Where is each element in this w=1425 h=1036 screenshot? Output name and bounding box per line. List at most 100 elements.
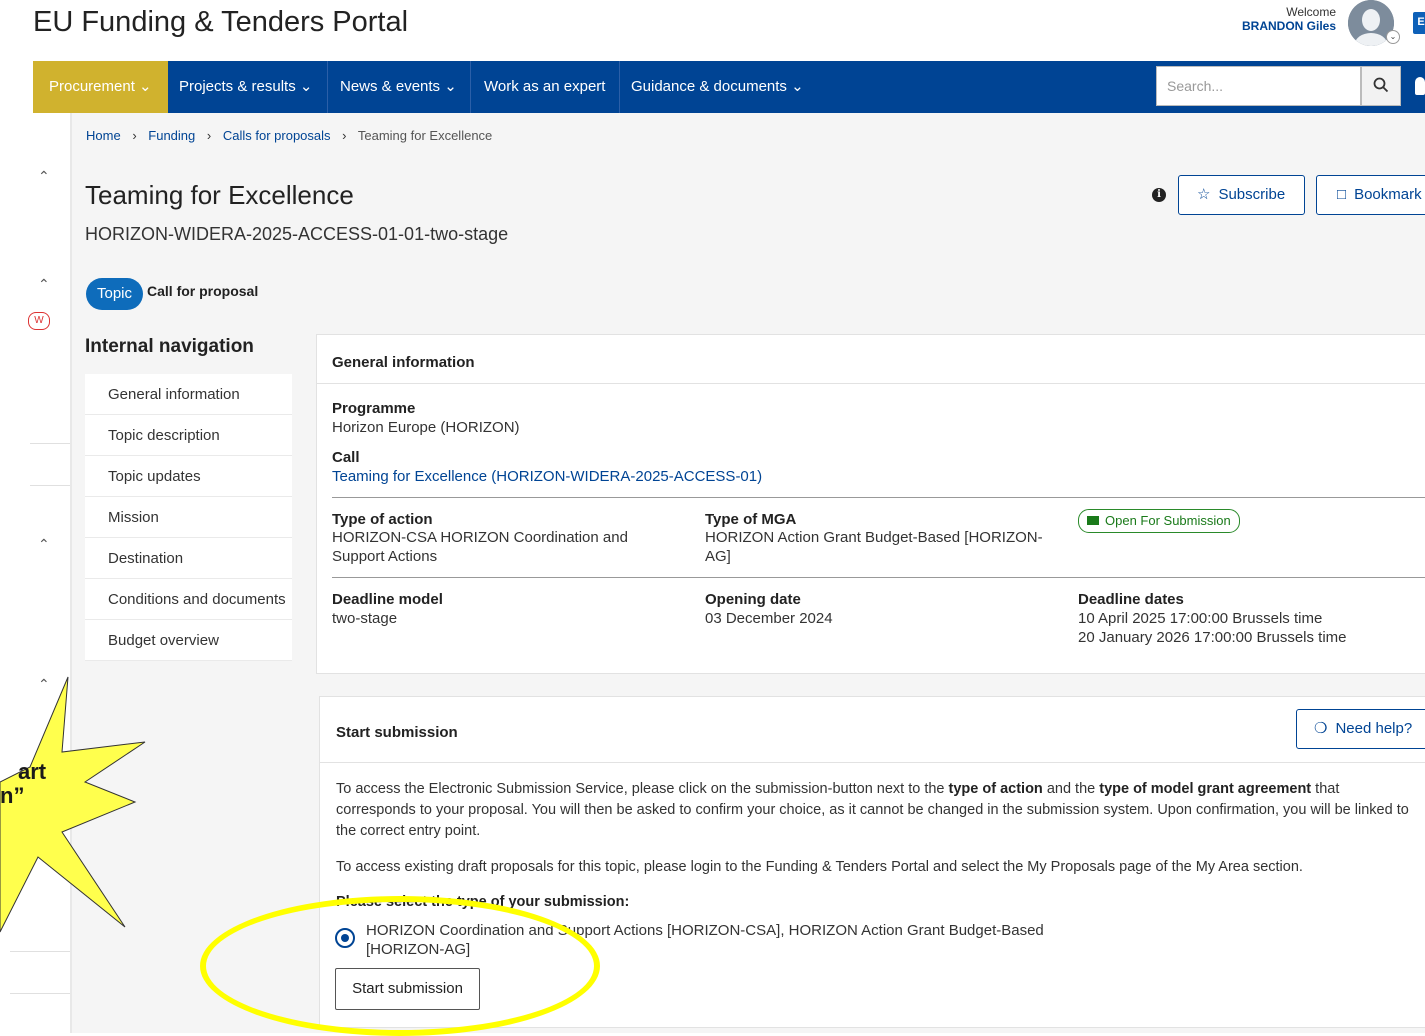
internal-nav-destination[interactable]: Destination [85, 538, 292, 579]
breadcrumb-calls[interactable]: Calls for proposals [223, 128, 331, 143]
card-divider [320, 762, 1425, 763]
chevron-right-icon: › [342, 128, 347, 143]
internal-nav-conditions-documents[interactable]: Conditions and documents [85, 579, 292, 620]
nav-divider [619, 61, 620, 113]
deadline-date-2: 20 January 2026 17:00:00 Brussels time [1078, 629, 1347, 646]
section-divider [332, 577, 1425, 578]
type-of-mga-label: Type of MGA [705, 511, 797, 528]
nav-label: Guidance & documents [631, 78, 787, 95]
breadcrumb: Home › Funding › Calls for proposals › T… [86, 128, 492, 143]
para-bold: type of action [948, 781, 1043, 797]
sidebar-divider [30, 485, 70, 486]
breadcrumb-funding[interactable]: Funding [148, 128, 195, 143]
para-text: To access the Electronic Submission Serv… [336, 781, 949, 797]
internal-nav-budget-overview[interactable]: Budget overview [85, 620, 292, 661]
nav-divider [470, 61, 471, 113]
call-link[interactable]: Teaming for Excellence (HORIZON-WIDERA-2… [332, 467, 762, 486]
chevron-right-icon: › [132, 128, 137, 143]
star-icon: ☆ [1197, 186, 1211, 203]
message-icon[interactable]: E [1413, 12, 1425, 34]
nav-procurement[interactable]: Procurement ⌄ [33, 61, 168, 113]
topic-badge: Topic [86, 278, 143, 310]
chevron-up-icon[interactable]: ⌃ [38, 168, 50, 185]
chevron-down-icon[interactable]: ⌄ [1386, 30, 1400, 44]
nav-divider [327, 61, 328, 113]
type-of-action-value: HORIZON-CSA HORIZON Coordination and Sup… [332, 529, 628, 565]
bookmark-button[interactable]: □ Bookmark [1316, 175, 1425, 215]
start-submission-card: Start submission ❍ Need help? To access t… [319, 696, 1425, 1028]
start-submission-heading: Start submission [336, 724, 458, 741]
chevron-up-icon[interactable]: ⌃ [38, 536, 50, 553]
opening-date-label: Opening date [705, 591, 801, 608]
start-submission-button[interactable]: Start submission [335, 968, 480, 1010]
search-input[interactable] [1157, 67, 1367, 105]
deadline-date-1: 10 April 2025 17:00:00 Brussels time [1078, 610, 1323, 627]
type-of-mga-value: HORIZON Action Grant Budget-Based [HORIZ… [705, 529, 1043, 565]
general-information-card: General information Programme Horizon Eu… [316, 334, 1425, 674]
nav-news-events[interactable]: News & events ⌄ [340, 61, 457, 113]
welcome-label: Welcome [1286, 5, 1336, 19]
internal-nav-topic-updates[interactable]: Topic updates [85, 456, 292, 497]
submission-type-option[interactable]: HORIZON Coordination and Support Actions… [366, 921, 1086, 959]
para-bold: type of model grant agreement [1099, 781, 1312, 797]
programme-label: Programme [332, 400, 416, 417]
card-divider [317, 383, 1425, 384]
nav-label: Projects & results [179, 78, 296, 95]
user-welcome[interactable]: Welcome BRANDON Giles [1242, 5, 1336, 33]
internal-nav-general-information[interactable]: General information [85, 374, 292, 415]
general-information-heading: General information [332, 354, 475, 371]
chevron-down-icon: ⌄ [444, 78, 457, 95]
subscribe-button[interactable]: ☆ Subscribe [1178, 175, 1305, 215]
opening-date-value: 03 December 2024 [705, 610, 833, 627]
callout-line-2: n” [0, 783, 25, 808]
submission-type-radio[interactable] [335, 928, 355, 948]
type-of-action-label: Type of action [332, 511, 433, 528]
info-icon[interactable]: i [1152, 188, 1166, 202]
internal-nav-topic-description[interactable]: Topic description [85, 415, 292, 456]
bookmark-icon: □ [1337, 186, 1347, 203]
chevron-down-icon: ⌄ [299, 78, 313, 95]
chevron-down-icon: ⌄ [791, 78, 804, 95]
nav-label: Work as an expert [484, 78, 606, 95]
internal-nav-mission[interactable]: Mission [85, 497, 292, 538]
page-title: Teaming for Excellence [85, 180, 354, 210]
bell-icon[interactable] [1415, 77, 1425, 95]
flag-icon [1087, 516, 1099, 525]
topic-identifier: HORIZON-WIDERA-2025-ACCESS-01-01-two-sta… [85, 224, 509, 244]
deadline-model-label: Deadline model [332, 591, 443, 608]
nav-label: News & events [340, 78, 441, 95]
bookmark-label: Bookmark [1354, 186, 1422, 203]
breadcrumb-home[interactable]: Home [86, 128, 121, 143]
chevron-up-icon[interactable]: ⌃ [38, 276, 50, 293]
status-text: Open For Submission [1105, 513, 1231, 528]
top-header: EU Funding & Tenders Portal Welcome BRAN… [0, 0, 1425, 60]
call-type-label: Call for proposal [147, 283, 259, 299]
submission-type-label: Please select the type of your submissio… [336, 894, 630, 910]
search-button[interactable] [1361, 66, 1401, 106]
subscribe-label: Subscribe [1218, 186, 1286, 203]
search-box [1156, 66, 1367, 106]
radio-selected-dot [341, 934, 349, 942]
nav-guidance-documents[interactable]: Guidance & documents ⌄ [631, 61, 804, 113]
user-name[interactable]: BRANDON Giles [1242, 19, 1336, 33]
nav-work-as-expert[interactable]: Work as an expert [484, 61, 605, 113]
need-help-button[interactable]: ❍ Need help? [1296, 709, 1425, 749]
search-icon [1373, 77, 1389, 93]
site-title[interactable]: EU Funding & Tenders Portal [33, 6, 408, 39]
section-divider [332, 497, 1425, 498]
breadcrumb-current: Teaming for Excellence [357, 128, 493, 143]
callout-text: art n” [0, 760, 46, 808]
deadline-dates-label: Deadline dates [1078, 591, 1184, 608]
callout-line-1: art [18, 759, 47, 784]
nav-label: Procurement [49, 78, 135, 95]
programme-value: Horizon Europe (HORIZON) [332, 419, 520, 436]
draft-proposals-paragraph: To access existing draft proposals for t… [336, 859, 1303, 875]
chevron-right-icon: › [206, 128, 212, 143]
nav-projects-results[interactable]: Projects & results ⌄ [179, 61, 312, 113]
lifebuoy-icon: ❍ [1314, 720, 1328, 737]
internal-nav: General information Topic description To… [85, 374, 292, 661]
para-text: and the [1042, 781, 1100, 797]
instructions-paragraph: To access the Electronic Submission Serv… [336, 779, 1416, 842]
sidebar-divider [10, 951, 70, 952]
sidebar-divider [10, 993, 70, 994]
